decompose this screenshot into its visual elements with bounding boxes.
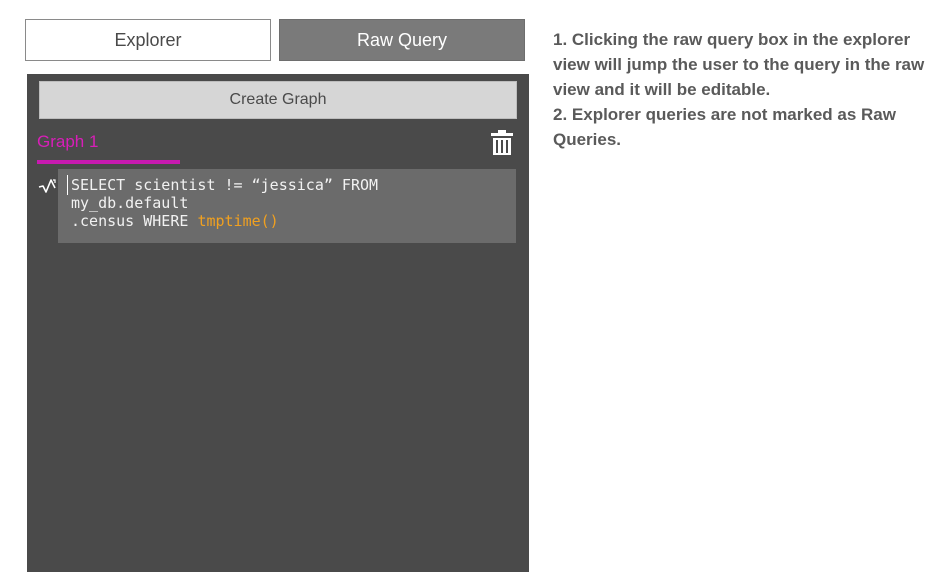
tab-raw-query[interactable]: Raw Query: [279, 19, 525, 61]
annotation-notes: 1. Clicking the raw query box in the exp…: [553, 27, 937, 152]
graph-tab-underline: [37, 160, 180, 164]
app-root: Explorer Raw Query Create Graph Graph 1: [0, 0, 947, 587]
raw-query-box[interactable]: SELECT scientist != “jessica” FROM my_db…: [58, 169, 516, 243]
graph-tab-1[interactable]: Graph 1: [37, 131, 180, 165]
create-graph-button[interactable]: Create Graph: [39, 81, 517, 119]
tab-explorer-label: Explorer: [114, 29, 182, 50]
text-caret: [67, 175, 68, 195]
query-line-1: SELECT scientist != “jessica” FROM: [71, 176, 379, 194]
note-1: 1. Clicking the raw query box in the exp…: [553, 30, 925, 99]
query-graph-icon[interactable]: [38, 177, 58, 195]
query-panel: Create Graph Graph 1 SELECT scientist !=…: [27, 74, 529, 572]
trash-icon[interactable]: [490, 130, 514, 156]
tab-raw-query-label: Raw Query: [356, 29, 448, 50]
create-graph-label: Create Graph: [229, 91, 327, 108]
query-line-3: .census WHERE tmptime(): [71, 212, 506, 230]
query-line-3-text: .census WHERE: [71, 212, 198, 230]
query-function: tmptime(): [197, 212, 279, 230]
note-2: 2. Explorer queries are not marked as Ra…: [553, 105, 896, 149]
tab-explorer[interactable]: Explorer: [25, 19, 271, 61]
graph-tab-label: Graph 1: [37, 132, 99, 151]
query-line-2: my_db.default: [71, 194, 189, 212]
